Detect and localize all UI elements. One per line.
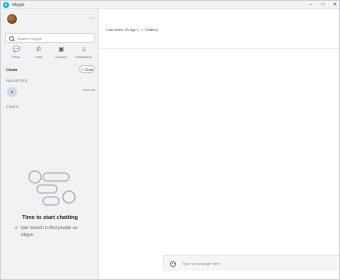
sidebar: ··· Search Skype 💬 Chats ✆ Calls ▣ Conta… bbox=[1, 9, 99, 279]
message-area bbox=[99, 49, 339, 259]
emoji-icon[interactable] bbox=[170, 260, 176, 267]
timestamp: 12:40 AM bbox=[82, 88, 95, 92]
empty-state-hint-text: Use Search to find people on Skype. bbox=[20, 225, 78, 237]
conversation-header: Last seen 2h ago | ☺ Gallery bbox=[99, 9, 339, 49]
tab-chats[interactable]: 💬 Chats bbox=[6, 47, 26, 63]
tab-contacts-label: Contacts bbox=[55, 55, 68, 59]
tab-contacts[interactable]: ▣ Contacts bbox=[51, 47, 71, 63]
new-chat-button[interactable]: + Chat bbox=[79, 65, 95, 73]
search-placeholder: Search Skype bbox=[17, 35, 42, 41]
favorites-label: FAVORITES bbox=[6, 79, 28, 83]
chat-bubble-icon: 💬 bbox=[12, 47, 20, 53]
chats-section-label: CHATS bbox=[6, 105, 19, 109]
search-icon: ⌕ bbox=[15, 225, 18, 231]
window-title: Skype bbox=[12, 2, 25, 7]
skype-window: S Skype – □ ✕ ··· Search Skype 💬 Chats ✆… bbox=[0, 0, 340, 280]
tab-chats-label: Chats bbox=[12, 55, 21, 59]
chat-illustration-icon bbox=[28, 170, 76, 206]
close-button[interactable]: ✕ bbox=[329, 1, 339, 9]
minimize-button[interactable]: – bbox=[305, 1, 317, 9]
message-placeholder: Type a message here bbox=[182, 261, 221, 266]
list-item[interactable]: ● 12:40 AM bbox=[1, 85, 99, 99]
title-bar: S Skype – □ ✕ bbox=[1, 1, 339, 9]
empty-state-hint: ⌕ Use Search to find people on Skype. bbox=[15, 225, 91, 238]
new-chat-label: Chat bbox=[84, 66, 93, 72]
search-input[interactable]: Search Skype bbox=[5, 33, 95, 43]
chevron-down-icon[interactable]: ⌄ bbox=[15, 66, 18, 71]
plus-icon: + bbox=[81, 66, 84, 72]
tab-notifications-label: Notifications bbox=[75, 55, 92, 59]
message-input[interactable]: Type a message here bbox=[163, 255, 339, 271]
nav-tabs: 💬 Chats ✆ Calls ▣ Contacts ♫ Notificatio… bbox=[1, 47, 99, 63]
tab-notifications[interactable]: ♫ Notifications bbox=[74, 47, 94, 63]
profile-row: ··· bbox=[1, 13, 99, 25]
last-seen-status: Last seen 2h ago | ☺ Gallery bbox=[106, 27, 158, 32]
search-icon bbox=[9, 35, 14, 41]
avatar[interactable] bbox=[6, 13, 18, 25]
conversation-pane: Last seen 2h ago | ☺ Gallery Type a mess… bbox=[99, 9, 339, 279]
chats-header: Chats ⌄ + Chat bbox=[1, 65, 99, 75]
maximize-button[interactable]: □ bbox=[317, 1, 329, 9]
empty-state: Time to start chatting ⌕ Use Search to f… bbox=[1, 169, 99, 249]
tab-calls[interactable]: ✆ Calls bbox=[29, 47, 49, 63]
phone-icon: ✆ bbox=[36, 47, 42, 53]
empty-state-title: Time to start chatting bbox=[22, 215, 78, 221]
bell-icon: ♫ bbox=[81, 47, 87, 53]
skype-app-icon: S bbox=[3, 1, 9, 8]
more-options-icon[interactable]: ··· bbox=[88, 15, 95, 22]
contacts-icon: ▣ bbox=[58, 47, 65, 53]
window-controls: – □ ✕ bbox=[305, 1, 339, 9]
tab-calls-label: Calls bbox=[35, 55, 43, 59]
contact-avatar: ● bbox=[7, 87, 17, 97]
